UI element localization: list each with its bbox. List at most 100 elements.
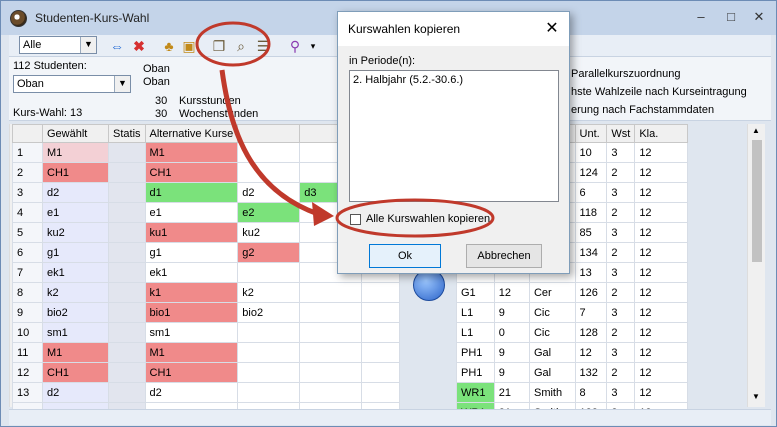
alt-course-1[interactable]: CH1 <box>144 362 239 383</box>
alt-course-2[interactable]: e2 <box>237 202 301 223</box>
option-fachstamm[interactable]: erung nach Fachstammdaten <box>571 104 714 116</box>
alt-course-3[interactable] <box>299 302 363 323</box>
selected-course[interactable]: k2 <box>42 282 109 303</box>
table-row[interactable]: 11 M1 M1 <box>12 342 400 363</box>
copy-all-checkbox[interactable] <box>350 214 361 225</box>
table-row[interactable]: 9 bio2 bio1 bio2 <box>12 302 400 323</box>
alt-course-1[interactable]: M1 <box>144 142 239 163</box>
table-row[interactable]: L1 9 Cic 7 3 12 <box>456 302 688 323</box>
table-row[interactable]: PH1 9 Gal 132 2 12 <box>456 362 688 383</box>
search-courses-icon[interactable]: ⌕ <box>231 36 251 56</box>
copy-courses-icon[interactable]: ❐ <box>209 36 229 56</box>
user-tool-icon[interactable]: ⚲ <box>285 36 305 56</box>
alt-course-1[interactable]: bio1 <box>144 302 239 323</box>
course-cell[interactable]: L1 <box>456 302 495 323</box>
selected-course[interactable]: d2 <box>42 382 109 403</box>
alt-course-1[interactable]: e1 <box>144 202 239 223</box>
selected-course[interactable]: bio2 <box>42 302 109 323</box>
table-row[interactable]: 12 CH1 CH1 <box>12 362 400 383</box>
people-icon[interactable]: ♣ <box>159 36 179 56</box>
close-icon[interactable]: ✕ <box>541 18 563 40</box>
status-cell[interactable] <box>108 322 146 343</box>
table-row[interactable]: L1 0 Cic 128 2 12 <box>456 322 688 343</box>
close-button[interactable]: ✕ <box>747 7 771 27</box>
alt-course-2[interactable] <box>237 162 301 183</box>
alt-course-1[interactable]: g1 <box>144 242 239 263</box>
alt-course-1[interactable]: CH1 <box>144 162 239 183</box>
right-header-unt[interactable]: Unt. <box>574 124 608 143</box>
ok-button[interactable]: Ok <box>369 244 441 268</box>
alt-course-3[interactable] <box>299 382 363 403</box>
alt-course-2[interactable] <box>237 362 301 383</box>
option-parallel[interactable]: Parallelkurszuordnung <box>571 68 680 80</box>
stack-courses-icon[interactable]: ☰ <box>253 36 273 56</box>
table-row[interactable]: 13 d2 d2 <box>12 382 400 403</box>
alt-course-1[interactable]: k1 <box>144 282 239 303</box>
course-cell[interactable]: G1 <box>456 282 495 303</box>
status-cell[interactable] <box>108 342 146 363</box>
selected-course[interactable]: M1 <box>42 342 109 363</box>
lock-icon[interactable]: ▣ <box>179 36 199 56</box>
option-wahlzeile[interactable]: hste Wahlzeile nach Kurseintragung <box>571 86 747 98</box>
alt-course-1[interactable]: d2 <box>144 382 239 403</box>
alt-course-3[interactable] <box>299 282 363 303</box>
selected-course[interactable]: e1 <box>42 202 109 223</box>
alt-course-3[interactable] <box>299 362 363 383</box>
status-cell[interactable] <box>108 282 146 303</box>
alt-course-2[interactable] <box>237 322 301 343</box>
status-cell[interactable] <box>108 202 146 223</box>
status-cell[interactable] <box>108 262 146 283</box>
header-gewaehlt[interactable]: Gewählt <box>42 124 109 143</box>
course-cell[interactable]: PH1 <box>456 342 495 363</box>
table-row[interactable]: 10 sm1 sm1 <box>12 322 400 343</box>
copy-all-label[interactable]: Alle Kurswahlen kopieren <box>366 213 490 225</box>
status-cell[interactable] <box>108 362 146 383</box>
selected-course[interactable]: M1 <box>42 142 109 163</box>
minimize-button[interactable]: – <box>689 7 713 27</box>
alt-course-2[interactable]: bio2 <box>237 302 301 323</box>
alt-course-2[interactable] <box>237 142 301 163</box>
alt-course-2[interactable]: k2 <box>237 282 301 303</box>
course-cell[interactable]: PH1 <box>456 362 495 383</box>
alt-course-1[interactable]: d1 <box>144 182 239 203</box>
right-scrollbar[interactable]: ▲ ▼ <box>747 124 765 407</box>
table-row[interactable]: G1 12 Cer 126 2 12 <box>456 282 688 303</box>
selected-course[interactable]: CH1 <box>42 162 109 183</box>
alt-course-1[interactable]: M1 <box>144 342 239 363</box>
period-listbox[interactable]: 2. Halbjahr (5.2.-30.6.) <box>349 70 559 202</box>
alt-course-2[interactable]: g2 <box>237 242 301 263</box>
alt-course-1[interactable]: ku1 <box>144 222 239 243</box>
maximize-button[interactable]: □ <box>719 7 743 27</box>
status-cell[interactable] <box>108 302 146 323</box>
alt-course-1[interactable]: sm1 <box>144 322 239 343</box>
course-cell[interactable]: WR1 <box>456 382 495 403</box>
selected-course[interactable]: d2 <box>42 182 109 203</box>
table-row[interactable]: 8 k2 k1 k2 <box>12 282 400 303</box>
selected-course[interactable]: g1 <box>42 242 109 263</box>
scroll-up-icon[interactable]: ▲ <box>752 126 760 135</box>
alt-course-3[interactable] <box>299 322 363 343</box>
right-header-kla[interactable]: Kla. <box>634 124 688 143</box>
table-row[interactable]: PH1 9 Gal 12 3 12 <box>456 342 688 363</box>
alt-course-2[interactable] <box>237 382 301 403</box>
scroll-thumb[interactable] <box>752 140 762 262</box>
selected-course[interactable]: ek1 <box>42 262 109 283</box>
cancel-button[interactable]: Abbrechen <box>466 244 542 268</box>
status-cell[interactable] <box>108 242 146 263</box>
status-cell[interactable] <box>108 222 146 243</box>
delete-icon[interactable]: ✖ <box>129 36 149 56</box>
course-cell[interactable]: L1 <box>456 322 495 343</box>
filter-combo[interactable]: Alle ▼ <box>19 36 97 54</box>
selected-course[interactable]: CH1 <box>42 362 109 383</box>
alt-course-2[interactable] <box>237 342 301 363</box>
selected-course[interactable]: sm1 <box>42 322 109 343</box>
header-alternative[interactable]: Alternative Kurse <box>144 124 239 143</box>
right-header-wst[interactable]: Wst <box>606 124 636 143</box>
status-cell[interactable] <box>108 382 146 403</box>
alt-course-3[interactable] <box>299 342 363 363</box>
table-row[interactable]: WR1 21 Smith 8 3 12 <box>456 382 688 403</box>
status-cell[interactable] <box>108 142 146 163</box>
swap-arrows-icon[interactable]: ⇔ <box>107 36 127 56</box>
list-item[interactable]: 2. Halbjahr (5.2.-30.6.) <box>353 74 555 86</box>
student-combo[interactable]: Oban ▼ <box>13 75 131 93</box>
